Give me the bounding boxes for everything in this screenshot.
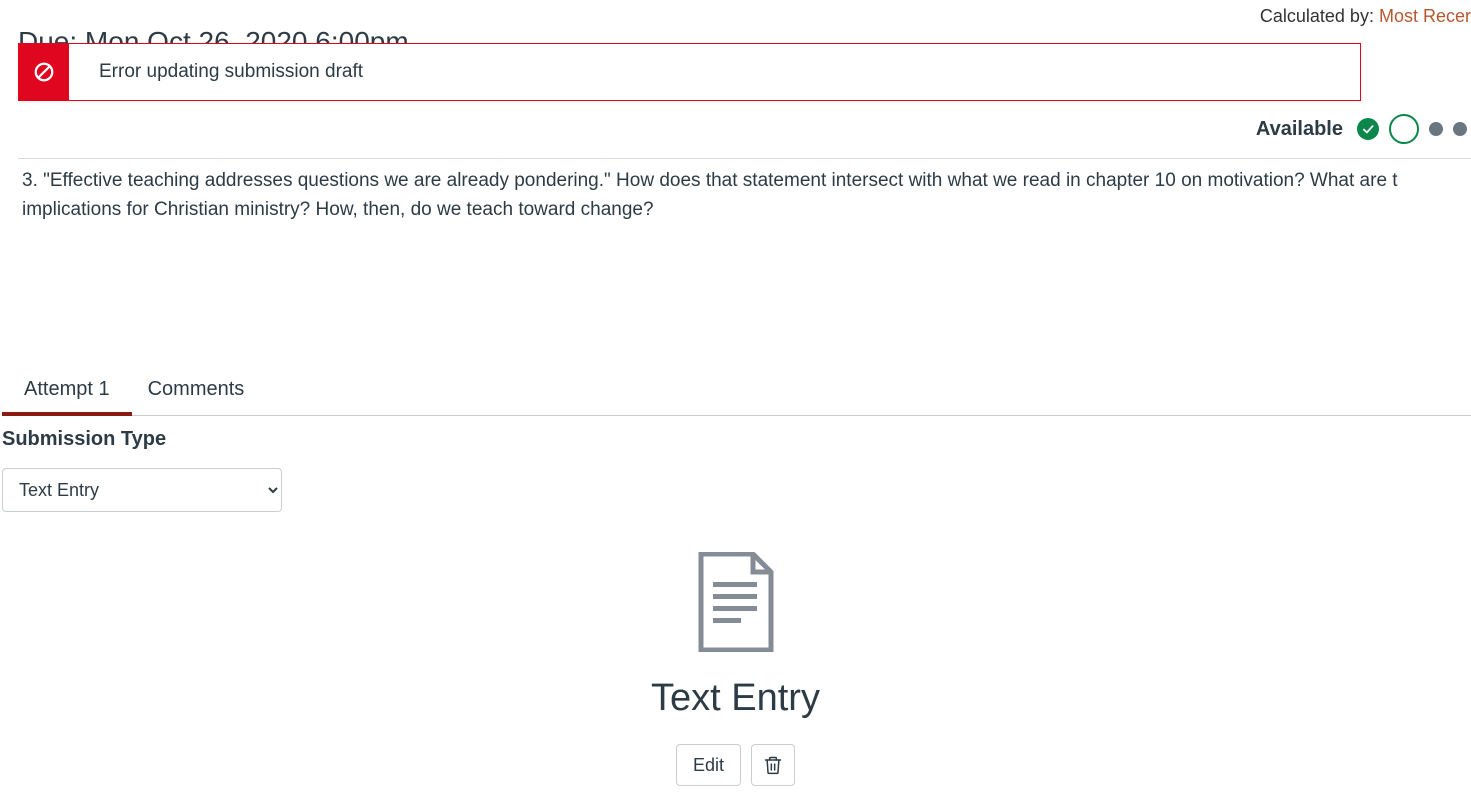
tab-attempt[interactable]: Attempt 1 [24, 370, 110, 415]
check-icon [1361, 122, 1375, 136]
status-label: Available [1256, 118, 1343, 141]
submission-type-label: Submission Type [2, 428, 166, 451]
status-step-pending-1 [1429, 122, 1443, 136]
status-step-pending-2 [1453, 122, 1467, 136]
text-entry-area: Text Entry Edit [0, 552, 1471, 786]
edit-button[interactable]: Edit [676, 744, 741, 786]
calculated-by-label: Calculated by: [1260, 6, 1374, 26]
calculated-by-text: Calculated by: Most Recer [1260, 6, 1471, 27]
trash-icon [763, 754, 783, 776]
status-step-complete [1357, 118, 1379, 140]
tabs: Attempt 1 Comments [2, 370, 1471, 416]
submission-type-select-wrap: Text Entry [2, 468, 282, 512]
status-row: Available [1256, 114, 1467, 144]
error-icon-box [19, 44, 69, 100]
question-text: 3. "Effective teaching addresses questio… [22, 166, 1471, 225]
no-entry-icon [33, 61, 55, 83]
submission-type-select[interactable]: Text Entry [2, 468, 282, 512]
divider [18, 158, 1471, 159]
tab-comments[interactable]: Comments [148, 370, 245, 415]
status-step-current [1389, 114, 1419, 144]
document-icon [695, 552, 777, 657]
text-entry-buttons: Edit [676, 744, 795, 786]
error-message: Error updating submission draft [69, 44, 363, 100]
text-entry-title: Text Entry [651, 677, 820, 720]
delete-button[interactable] [751, 744, 795, 786]
error-alert: Error updating submission draft [18, 43, 1361, 101]
calculated-by-link[interactable]: Most Recer [1379, 6, 1471, 26]
